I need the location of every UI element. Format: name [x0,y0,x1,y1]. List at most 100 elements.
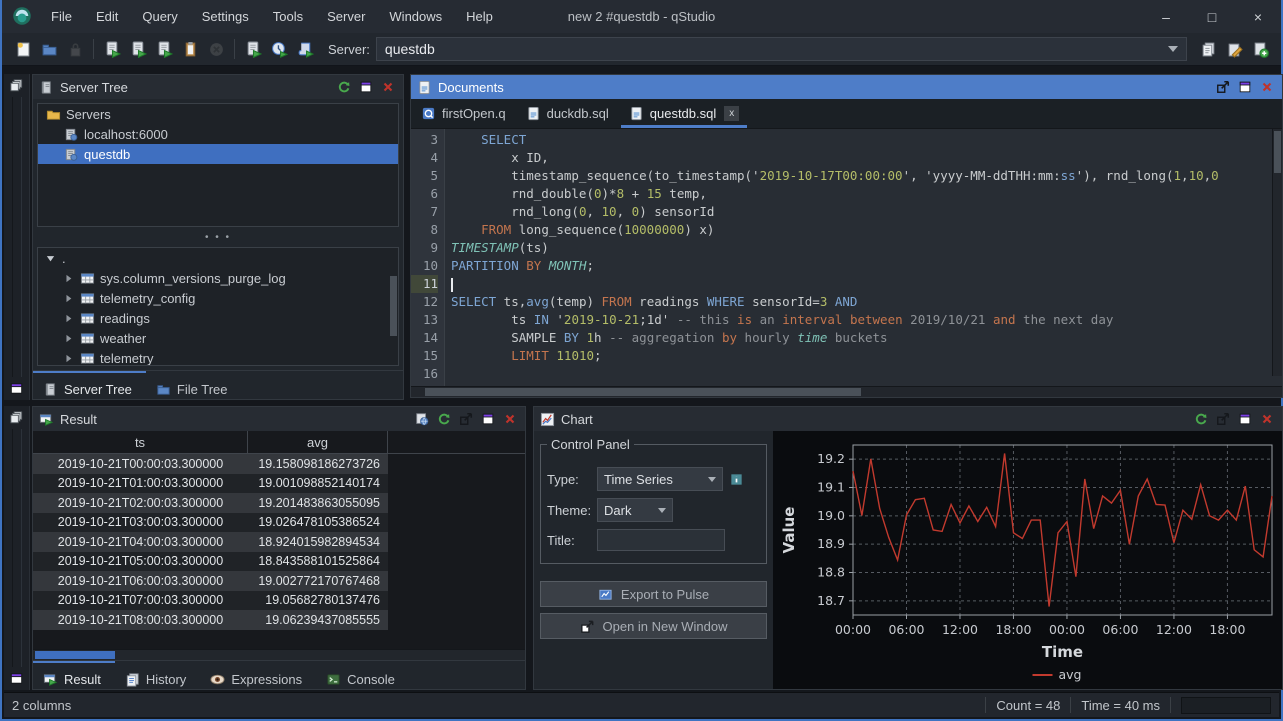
result-table[interactable]: tsavg2019-10-21T00:00:03.30000019.158098… [33,431,525,649]
stack-icon[interactable] [9,410,24,425]
document-tab-questdb-sql[interactable]: questdb.sqlx [619,99,750,128]
table-row[interactable]: 2019-10-21T08:00:03.30000019.06239437085… [33,610,388,630]
menu-tools[interactable]: Tools [262,5,314,28]
document-tab-duckdb-sql[interactable]: duckdb.sql [516,99,619,128]
toolbar-button-doc-run[interactable] [151,37,177,61]
editor-hscrollbar-thumb[interactable] [425,388,861,396]
panel-popout-button[interactable] [457,410,475,428]
code-line: SELECT ts,avg(temp) FROM readings WHERE … [451,293,1282,311]
tab-close-icon[interactable]: x [724,106,739,121]
tree-node-table-readings[interactable]: readings [38,308,398,328]
toolbar-button-clipboard[interactable] [177,37,203,61]
toolbar-button-script-run[interactable] [292,37,318,61]
window-small-icon[interactable] [9,671,24,686]
menu-settings[interactable]: Settings [191,5,260,28]
chart-title-input[interactable] [597,529,725,551]
menu-windows[interactable]: Windows [378,5,453,28]
tree-node-table-telemetry[interactable]: telemetry [38,348,398,366]
toolbar-button-new-file[interactable] [10,37,36,61]
document-tab-firstOpen-q[interactable]: firstOpen.q [411,99,516,128]
info-icon[interactable] [729,472,744,487]
menu-query[interactable]: Query [131,5,188,28]
result-hscrollbar[interactable] [33,649,525,660]
bottom-tab-history[interactable]: History [115,661,200,691]
stack-icon[interactable] [9,78,24,93]
sidebar-tab-server-tree[interactable]: Server Tree [33,371,146,401]
panel-popout-button[interactable] [1214,78,1232,96]
panel-close-button[interactable] [379,78,397,96]
tree-node-table-sys-column-versions-purge-log[interactable]: sys.column_versions_purge_log [38,268,398,288]
menu-file[interactable]: File [40,5,83,28]
text-cursor [451,278,453,292]
maximize-button[interactable]: □ [1189,9,1235,25]
toolbar-button-clock-run[interactable] [266,37,292,61]
tree-node-namespace[interactable]: . [38,248,398,268]
table-row[interactable]: 2019-10-21T05:00:03.30000018.84358810152… [33,552,388,572]
toolbar-button-add-server[interactable] [1247,37,1273,61]
toolbar-button-edit-server[interactable] [1221,37,1247,61]
toolbar-button-doc-run[interactable] [99,37,125,61]
panel-maximize-button[interactable] [1236,78,1254,96]
column-header-ts[interactable]: ts [33,431,248,453]
panel-refresh-button[interactable] [1192,410,1210,428]
tree-node-server-localhost-6000[interactable]: localhost:6000 [38,124,398,144]
panel-close-button[interactable] [1258,410,1276,428]
table-row[interactable]: 2019-10-21T07:00:03.30000019.05682780137… [33,591,388,611]
toolbar-button-doc-run[interactable] [240,37,266,61]
editor-hscrollbar[interactable] [411,386,1282,397]
title-label: Title: [547,533,591,548]
chart-theme-select[interactable]: Dark [597,498,673,522]
table-row[interactable]: 2019-10-21T01:00:03.30000019.00109885214… [33,474,388,494]
toolbar-button-doc-run[interactable] [125,37,151,61]
panel-maximize-button[interactable] [479,410,497,428]
tree-splitter-handle[interactable]: • • • [33,231,403,243]
tree-scrollbar-thumb[interactable] [390,276,397,336]
panel-refresh-button[interactable] [335,78,353,96]
table-row[interactable]: 2019-10-21T03:00:03.30000019.02647810538… [33,513,388,533]
server-combobox[interactable]: questdb [376,37,1187,61]
editor-code[interactable]: SELECT x ID, timestamp_sequence(to_times… [445,129,1282,386]
bottom-tab-expressions[interactable]: Expressions [200,661,316,691]
window-small-icon[interactable] [9,381,24,396]
table-row[interactable]: 2019-10-21T02:00:03.30000019.20148386305… [33,493,388,513]
result-table-header: tsavg [33,431,525,454]
table-row[interactable]: 2019-10-21T04:00:03.30000018.92401598289… [33,532,388,552]
menu-edit[interactable]: Edit [85,5,129,28]
export-to-pulse-button[interactable]: Export to Pulse [540,581,767,607]
table-row[interactable]: 2019-10-21T06:00:03.30000019.00277217076… [33,571,388,591]
toolbar-button-open-folder[interactable] [36,37,62,61]
panel-maximize-button[interactable] [357,78,375,96]
chart-icon [540,412,555,427]
sidebar-tab-file-tree[interactable]: File Tree [146,371,242,401]
chart-type-select[interactable]: Time Series [597,467,723,491]
column-header-avg[interactable]: avg [248,431,388,453]
tri-right-icon [62,312,75,325]
panel-close-button[interactable] [1258,78,1276,96]
toolbar-button-save[interactable] [62,37,88,61]
toolbar-button-copy-server[interactable] [1195,37,1221,61]
code-editor[interactable]: 345678910111213141516 SELECT x ID, times… [411,129,1282,386]
open-in-new-window-button[interactable]: Open in New Window [540,613,767,639]
menu-help[interactable]: Help [455,5,504,28]
close-button[interactable]: × [1235,9,1281,25]
toolbar-button-stop[interactable] [203,37,229,61]
minimize-button[interactable]: – [1143,9,1189,25]
panel-popout-button[interactable] [1214,410,1232,428]
tree-node-servers[interactable]: Servers [38,104,398,124]
tree-node-table-telemetry-config[interactable]: telemetry_config [38,288,398,308]
panel-maximize-button[interactable] [1236,410,1254,428]
editor-vscrollbar-thumb[interactable] [1274,131,1281,173]
tree-node-server-questdb[interactable]: questdb [38,144,398,164]
editor-vscrollbar[interactable] [1272,129,1282,376]
panel-globe-save-button[interactable] [413,410,431,428]
menu-server[interactable]: Server [316,5,376,28]
bottom-tab-console[interactable]: Console [316,661,409,691]
panel-close-button[interactable] [501,410,519,428]
doc-icon [526,106,541,121]
result-hscrollbar-thumb[interactable] [35,651,115,659]
table-row[interactable]: 2019-10-21T00:00:03.30000019.15809818627… [33,454,388,474]
panel-refresh-button[interactable] [435,410,453,428]
qstudio-logo-icon [12,6,32,26]
bottom-tab-result[interactable]: Result [33,661,115,691]
tree-node-table-weather[interactable]: weather [38,328,398,348]
